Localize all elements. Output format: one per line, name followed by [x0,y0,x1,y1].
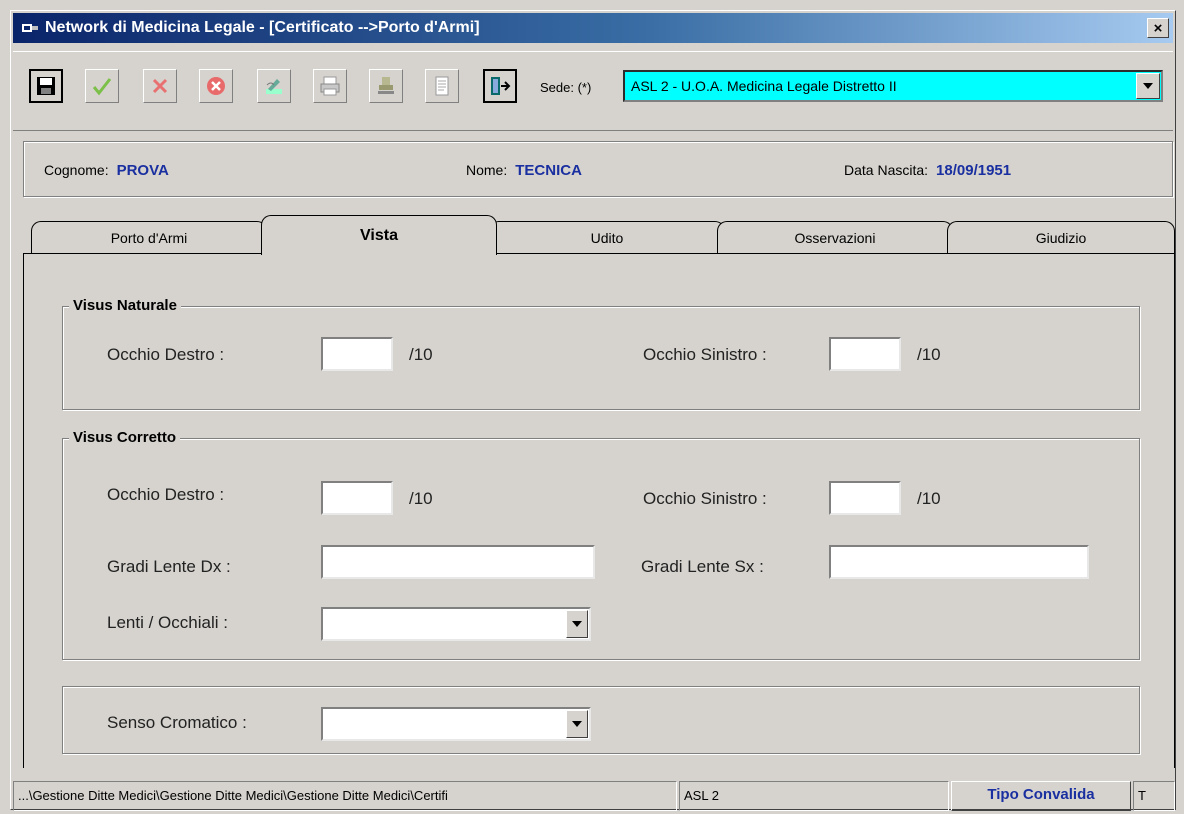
visus-corretto-group: Visus Corretto Occhio Destro : /10 Occhi… [62,429,1140,660]
cognome-field: Cognome: PROVA [44,162,169,179]
chevron-down-icon[interactable] [1136,73,1160,99]
naturale-dx-label: Occhio Destro : [107,345,225,364]
naturale-dx-suffix: /10 [409,345,433,364]
cancel-button[interactable] [143,69,177,103]
vista-panel: Visus Naturale Occhio Destro : /10 Occhi… [23,253,1175,768]
stamp-icon [378,77,394,94]
sede-value: ASL 2 - U.O.A. Medicina Legale Distretto… [631,78,897,94]
chevron-down-icon[interactable] [566,710,588,738]
cognome-label: Cognome: [44,162,109,178]
delete-button[interactable] [199,69,233,103]
delete-icon [207,77,225,95]
cognome-value: PROVA [116,162,169,179]
exit-button[interactable] [483,69,517,103]
edit-icon [266,79,282,94]
nome-label: Nome: [466,162,508,178]
visus-corretto-title: Visus Corretto [69,429,181,446]
app-icon [21,21,39,35]
close-icon: × [1153,19,1163,37]
corretto-sx-input[interactable] [829,481,901,515]
senso-label: Senso Cromatico : [107,713,247,732]
gradi-sx-input[interactable] [829,545,1089,579]
status-bar: ...\Gestione Ditte Medici\Gestione Ditte… [13,781,1175,811]
print-button[interactable] [313,69,347,103]
nome-field: Nome: TECNICA [466,162,582,179]
main-window: Network di Medicina Legale - [Certificat… [10,10,1176,811]
gradi-dx-label: Gradi Lente Dx : [107,557,231,576]
corretto-dx-suffix: /10 [409,489,433,508]
edit-button[interactable] [257,69,291,103]
status-t: T [1133,781,1175,811]
title-bar[interactable]: Network di Medicina Legale - [Certificat… [13,13,1173,43]
senso-select[interactable] [321,707,591,741]
tab-udito[interactable]: Udito [489,221,725,253]
tab-giudizio[interactable]: Giudizio [947,221,1175,253]
nascita-field: Data Nascita: 18/09/1951 [844,162,1011,179]
nascita-label: Data Nascita: [844,162,929,178]
gradi-dx-input[interactable] [321,545,595,579]
exit-icon [491,77,511,95]
print-icon [320,76,340,96]
tab-porto-darmi[interactable]: Porto d'Armi [31,221,267,253]
naturale-sx-suffix: /10 [917,345,941,364]
corretto-dx-input[interactable] [321,481,393,515]
confirm-button[interactable] [85,69,119,103]
patient-info: Cognome: PROVA Nome: TECNICA Data Nascita:… [23,141,1173,197]
save-icon [37,77,55,95]
stamp-button[interactable] [369,69,403,103]
sede-label: Sede: (*) [540,80,592,95]
nome-value: TECNICA [515,162,582,179]
lenti-label: Lenti / Occhiali : [107,613,228,632]
naturale-sx-input[interactable] [829,337,901,371]
tab-osservazioni[interactable]: Osservazioni [717,221,953,253]
naturale-sx-label: Occhio Sinistro : [643,345,767,364]
window-title: Network di Medicina Legale - [Certificat… [45,19,480,36]
save-button[interactable] [29,69,63,103]
status-tipo-convalida[interactable]: Tipo Convalida [951,781,1131,811]
visus-naturale-group: Visus Naturale Occhio Destro : /10 Occhi… [62,297,1140,410]
toolbar: Sede: (*) ASL 2 - U.O.A. Medicina Legale… [13,51,1173,131]
confirm-icon [92,78,112,96]
document-button[interactable] [425,69,459,103]
nascita-value: 18/09/1951 [936,162,1012,179]
corretto-dx-label: Occhio Destro : [107,485,225,504]
cancel-icon [152,78,168,94]
senso-cromatico-group: Senso Cromatico : [62,686,1140,754]
corretto-sx-label: Occhio Sinistro : [643,489,767,508]
status-asl: ASL 2 [679,781,949,811]
lenti-select[interactable] [321,607,591,641]
naturale-dx-input[interactable] [321,337,393,371]
sede-select[interactable]: ASL 2 - U.O.A. Medicina Legale Distretto… [623,70,1163,102]
gradi-sx-label: Gradi Lente Sx : [641,557,764,576]
document-icon [435,76,449,96]
tab-bar: Porto d'Armi Vista Udito Osservazioni Gi… [23,213,1175,255]
close-button[interactable]: × [1147,18,1169,38]
corretto-sx-suffix: /10 [917,489,941,508]
visus-naturale-title: Visus Naturale [69,297,181,314]
status-path: ...\Gestione Ditte Medici\Gestione Ditte… [13,781,677,811]
chevron-down-icon[interactable] [566,610,588,638]
tab-vista[interactable]: Vista [261,215,497,255]
